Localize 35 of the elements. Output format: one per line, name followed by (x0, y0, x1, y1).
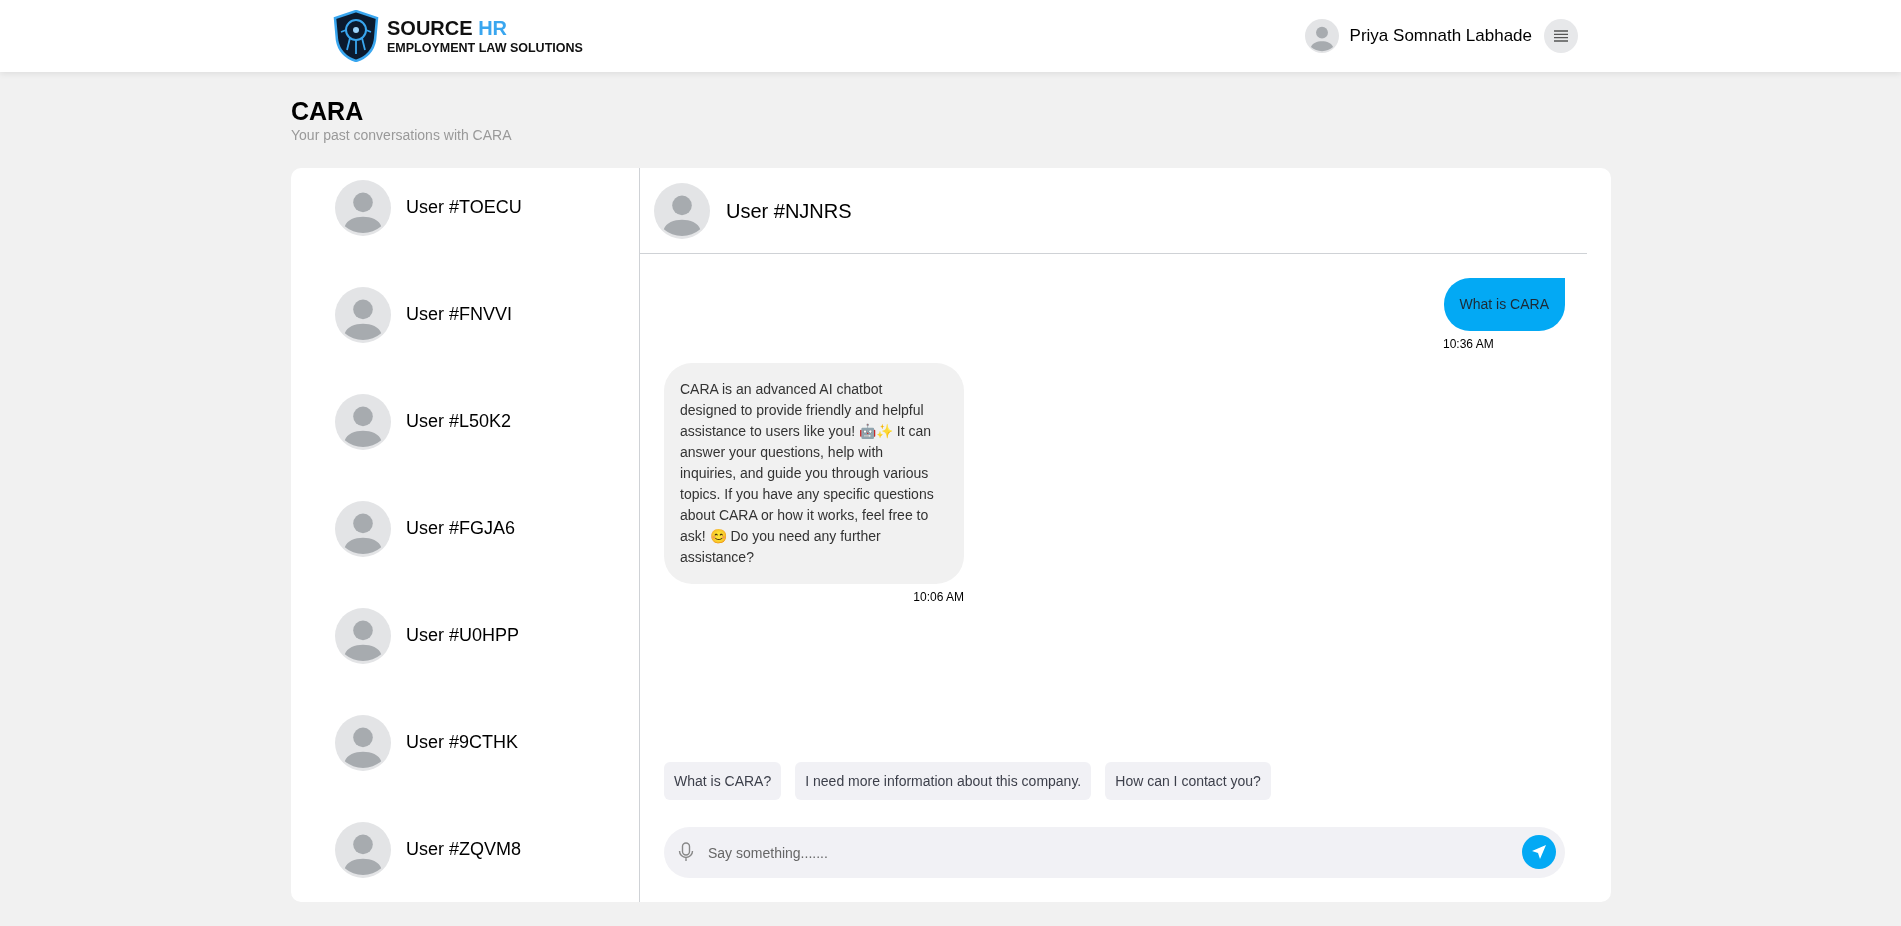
user-avatar (335, 714, 391, 771)
user-avatar (335, 500, 391, 557)
conversation-item[interactable]: User #9CTHK (291, 689, 639, 796)
conversation-item[interactable]: User #ZQVM8 (291, 796, 639, 902)
user-avatar (335, 607, 391, 664)
user-avatar (1304, 19, 1339, 53)
shield-logo-icon (333, 10, 379, 62)
suggestion-chip[interactable]: How can I contact you? (1105, 762, 1271, 800)
chat-avatar (654, 182, 710, 239)
conversation-item[interactable]: User #U0HPP (291, 582, 639, 689)
microphone-icon (678, 842, 694, 862)
conversation-item[interactable]: User #TOECU (291, 168, 639, 261)
suggestion-chip[interactable]: I need more information about this company. (795, 762, 1092, 800)
chat-title: User #NJNRS (726, 198, 852, 224)
message-input[interactable]: Say something....... (664, 827, 1565, 878)
brand-name: SOURCE HR (387, 15, 509, 41)
user-name: Priya Somnath Labhade (1349, 25, 1532, 48)
page-subtitle: Your past conversations with CARA (291, 126, 513, 144)
suggestion-chip[interactable]: What is CARA? (664, 762, 782, 800)
user-avatar (335, 821, 391, 878)
page-title: CARA (291, 96, 365, 126)
brand-tagline: EMPLOYMENT LAW SOLUTIONS (387, 40, 583, 57)
user-avatar (335, 179, 391, 236)
send-icon (1531, 844, 1547, 860)
message-time: 10:06 AM (913, 589, 964, 606)
user-message-bubble: What is CARA (1443, 278, 1565, 331)
menu-icon (1554, 30, 1568, 42)
conversation-item[interactable]: User #L50K2 (291, 368, 639, 475)
conversation-item[interactable]: User #FGJA6 (291, 475, 639, 582)
message-time: 10:36 AM (1443, 336, 1495, 353)
conversation-item[interactable]: User #FNVVI (291, 261, 639, 368)
user-avatar (335, 286, 391, 343)
user-avatar (335, 393, 391, 450)
bot-message-bubble: CARA is an advanced AI chatbot designed to provide friendly and helpful assistance to users like you! 🤖✨ It can answer your questions, help with inquiries, and guide you through various topics. If you have any specific questions about CARA or how it works, feel free to ask! 😊 Do you need any further assistance? (664, 363, 964, 584)
menu-button[interactable] (1544, 19, 1578, 53)
